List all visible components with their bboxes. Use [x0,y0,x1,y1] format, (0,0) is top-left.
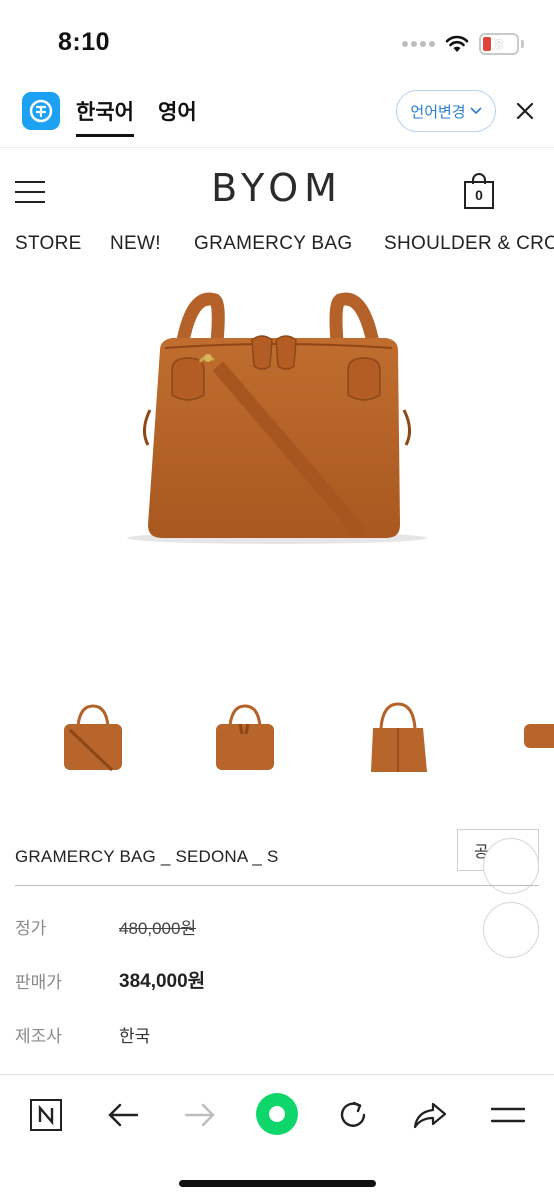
language-tab-english[interactable]: 영어 [158,96,197,126]
status-indicators: 8 [402,33,524,55]
sale-price-label: 판매가 [15,973,62,992]
papago-translate-icon[interactable] [22,92,60,130]
naver-n-icon[interactable] [26,1095,66,1135]
thumbnail-strip [0,700,554,790]
menu-icon[interactable] [488,1095,528,1135]
refresh-icon[interactable] [333,1095,373,1135]
store-header: BYOM 0 [0,148,554,228]
floating-action-button-2[interactable] [483,902,539,958]
status-bar: 8:10 8 [0,0,554,82]
translate-bar: 한국어 영어 언어변경 [0,82,554,148]
forward-arrow-icon[interactable] [180,1095,220,1135]
back-arrow-icon[interactable] [103,1095,143,1135]
manufacturer-label: 제조사 [15,1027,62,1046]
language-tab-korean[interactable]: 한국어 [76,96,134,137]
home-indicator [179,1180,376,1187]
status-time: 8:10 [58,28,111,56]
chevron-down-icon [470,107,482,115]
battery-icon: 8 [479,33,519,55]
divider [15,885,539,886]
thumbnail-1[interactable] [48,700,138,790]
category-shoulder-cross[interactable]: SHOULDER & CRO [384,233,554,255]
share-icon[interactable] [410,1095,450,1135]
manufacturer-value: 한국 [119,1027,151,1046]
close-icon[interactable] [516,96,534,127]
cellular-signal-icon [402,41,435,47]
list-price-label: 정가 [15,919,47,938]
change-language-label: 언어변경 [410,103,466,121]
sale-price-value: 384,000원 [119,971,206,992]
category-new[interactable]: NEW! [110,233,161,255]
category-gramercy-bag[interactable]: GRAMERCY BAG [194,233,352,255]
battery-level: 8 [495,36,503,52]
green-dot-icon[interactable] [255,1092,299,1136]
product-main-image[interactable] [0,270,554,690]
list-price-value: 480,000원 [119,919,197,938]
wifi-icon [445,35,469,52]
category-store[interactable]: STORE [15,233,82,255]
shopping-bag-icon[interactable]: 0 [463,172,495,210]
cart-count: 0 [475,187,483,203]
thumbnail-3[interactable] [353,700,443,790]
change-language-button[interactable]: 언어변경 [396,90,496,132]
category-nav: STORE NEW! GRAMERCY BAG SHOULDER & CRO [0,228,554,264]
thumbnail-2[interactable] [200,700,290,790]
thumbnail-4[interactable] [508,700,554,790]
product-name: GRAMERCY BAG _ SEDONA _ S [15,847,279,866]
